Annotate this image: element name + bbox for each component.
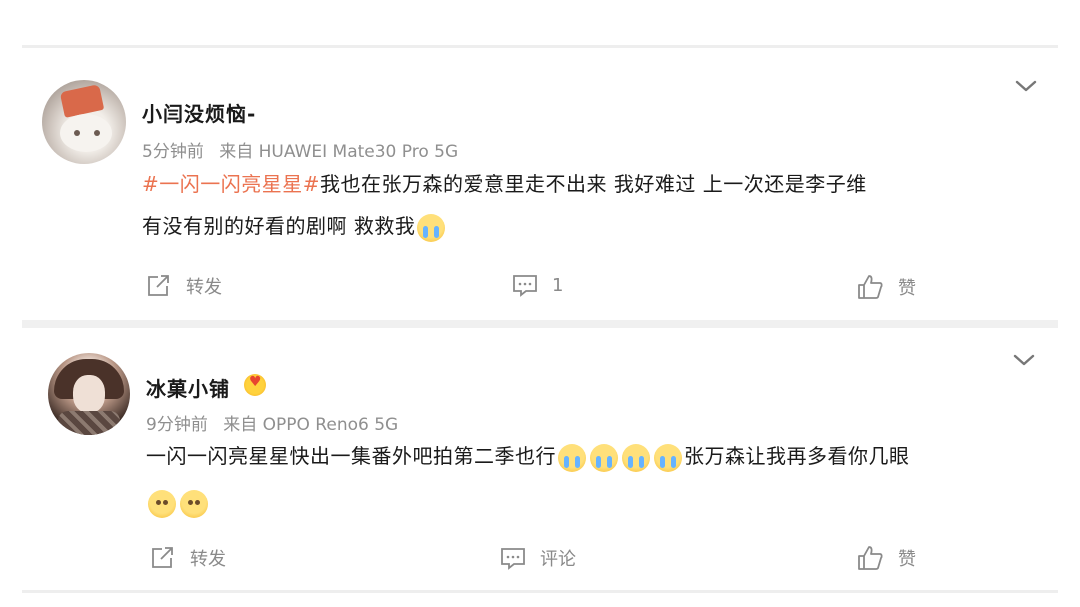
post-time: 9分钟前: [146, 415, 208, 435]
vip-heart-badge-icon[interactable]: [244, 374, 266, 396]
repost-label: 转发: [190, 549, 226, 570]
comment-button[interactable]: 1: [512, 273, 563, 297]
post-line-2: 有没有别的好看的剧啊 救救我: [142, 205, 1042, 247]
like-button[interactable]: 赞: [856, 274, 916, 300]
post-text: 我也在张万森的爱意里走不出来 我好难过 上一次还是李子维: [320, 172, 867, 196]
cry-emoji-icon: [417, 213, 446, 242]
avatar-scarf: [58, 411, 120, 435]
chevron-down-icon[interactable]: [1014, 78, 1038, 94]
avatar-eye: [74, 130, 80, 136]
cry-emoji-icon: [654, 443, 682, 472]
comment-count: 1: [552, 274, 564, 296]
cry-emoji-icon: [558, 443, 586, 472]
like-label: 赞: [898, 549, 916, 570]
repost-icon: [148, 275, 169, 296]
post-source: 来自 HUAWEI Mate30 Pro 5G: [219, 142, 459, 162]
top-divider: [22, 45, 1058, 48]
like-label: 赞: [898, 278, 916, 299]
user-name[interactable]: 冰菓小铺: [146, 373, 230, 402]
post-source: 来自 OPPO Reno6 5G: [223, 415, 399, 435]
sad-emoji-icon: [148, 489, 176, 518]
cry-emoji-icon: [590, 443, 618, 472]
post-time: 5分钟前: [142, 142, 204, 162]
post-line-1: #一闪一闪亮星星#我也在张万森的爱意里走不出来 我好难过 上一次还是李子维: [142, 163, 1042, 205]
post-content: #一闪一闪亮星星#我也在张万森的爱意里走不出来 我好难过 上一次还是李子维 有没…: [142, 163, 1042, 247]
comment-button[interactable]: 评论: [500, 545, 576, 571]
thumbs-up-icon: [858, 275, 883, 299]
post-text: 一闪一闪亮星星快出一集番外吧拍第二季也行: [146, 444, 556, 468]
comment-icon: [513, 275, 537, 297]
topic-link[interactable]: #一闪一闪亮星星#: [142, 172, 320, 196]
post-meta: 9分钟前 来自 OPPO Reno6 5G: [146, 410, 408, 435]
repost-label: 转发: [186, 277, 222, 298]
comment-label: 评论: [540, 549, 576, 570]
comment-icon: [501, 548, 525, 570]
avatar[interactable]: [48, 353, 130, 435]
post-text: 张万森让我再多看你几眼: [684, 444, 910, 468]
post-content: 一闪一闪亮星星快出一集番外吧拍第二季也行 张万森让我再多看你几眼: [146, 435, 1046, 523]
repost-button[interactable]: 转发: [146, 273, 222, 299]
post-line-1: 一闪一闪亮星星快出一集番外吧拍第二季也行 张万森让我再多看你几眼: [146, 435, 1046, 477]
post-meta: 5分钟前 来自 HUAWEI Mate30 Pro 5G: [142, 137, 468, 162]
bottom-divider: [22, 590, 1058, 593]
cry-emoji-icon: [622, 443, 650, 472]
avatar[interactable]: [42, 80, 126, 164]
repost-icon: [152, 547, 173, 568]
avatar-face: [60, 114, 112, 152]
chevron-down-icon[interactable]: [1012, 352, 1036, 368]
sad-emoji-icon: [180, 489, 208, 518]
repost-button[interactable]: 转发: [150, 545, 226, 571]
post-line-2: [146, 477, 1046, 523]
avatar-face: [73, 375, 105, 413]
thumbs-up-icon: [858, 546, 883, 570]
user-name[interactable]: 小闫没烦恼-: [142, 98, 256, 127]
post-text: 有没有别的好看的剧啊 救救我: [142, 214, 416, 238]
like-button[interactable]: 赞: [856, 545, 916, 571]
post-separator: [22, 320, 1058, 328]
avatar-eye: [94, 130, 100, 136]
avatar-hat: [59, 84, 105, 118]
